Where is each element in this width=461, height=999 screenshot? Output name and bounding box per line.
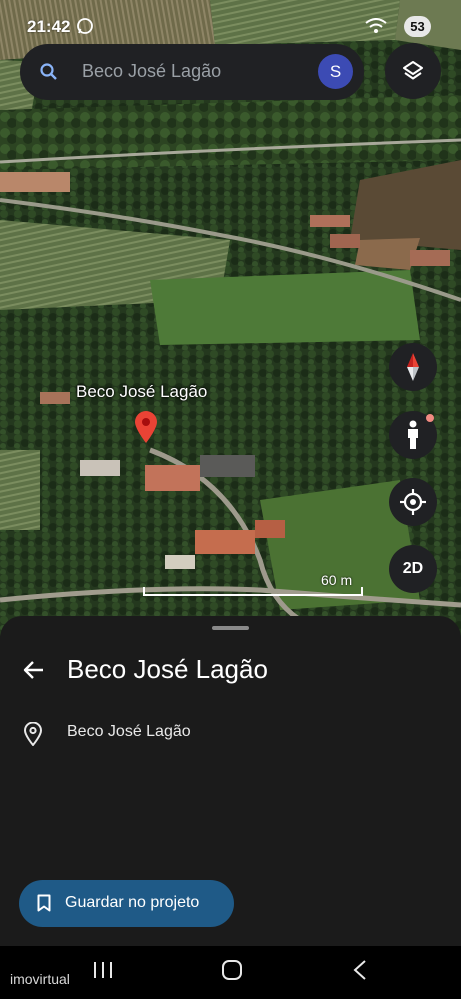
recents-icon[interactable] [92,960,114,980]
map-marker-icon[interactable] [134,410,158,444]
wifi-icon [365,18,387,33]
my-location-icon [400,489,426,515]
imovirtual-watermark: imovirtual [10,971,70,987]
scale-bar [143,587,363,596]
search-bar[interactable]: Beco José Lagão S [20,44,364,100]
scale-label: 60 m [321,572,353,588]
notification-dot [426,414,434,422]
save-to-project-button[interactable]: Guardar no projeto [19,880,234,927]
marker-label: Beco José Lagão [76,382,208,401]
system-nav-bar: imovirtual [0,946,461,999]
street-view-button[interactable] [389,411,437,459]
compass-icon [407,353,419,381]
status-bar: 21:42 53 [0,0,461,40]
satellite-map[interactable]: 21:42 53 Beco José Lagão S Beco José Lag… [0,0,461,640]
layers-icon [403,61,423,80]
place-address: Beco José Lagão [67,723,191,740]
battery-badge: 53 [404,16,431,37]
search-input[interactable]: Beco José Lagão [82,61,221,82]
2d-mode-button[interactable]: 2D [389,545,437,593]
my-location-button[interactable] [389,478,437,526]
location-pin-icon [23,722,43,746]
whatsapp-icon [77,18,93,34]
drag-handle[interactable] [212,626,249,630]
nav-back-icon[interactable] [352,959,368,981]
status-time: 21:42 [27,17,71,36]
home-icon[interactable] [221,959,243,981]
place-bottom-sheet: Beco José Lagão Beco José Lagão Guardar … [0,616,461,946]
compass-button[interactable] [389,343,437,391]
save-button-label: Guardar no projeto [65,894,200,911]
avatar[interactable]: S [318,54,353,89]
place-title: Beco José Lagão [67,654,268,684]
pegman-icon [408,420,418,449]
back-arrow-icon[interactable] [22,658,46,682]
layers-button[interactable] [385,43,441,99]
bookmark-icon [37,894,51,912]
search-icon [40,63,57,80]
